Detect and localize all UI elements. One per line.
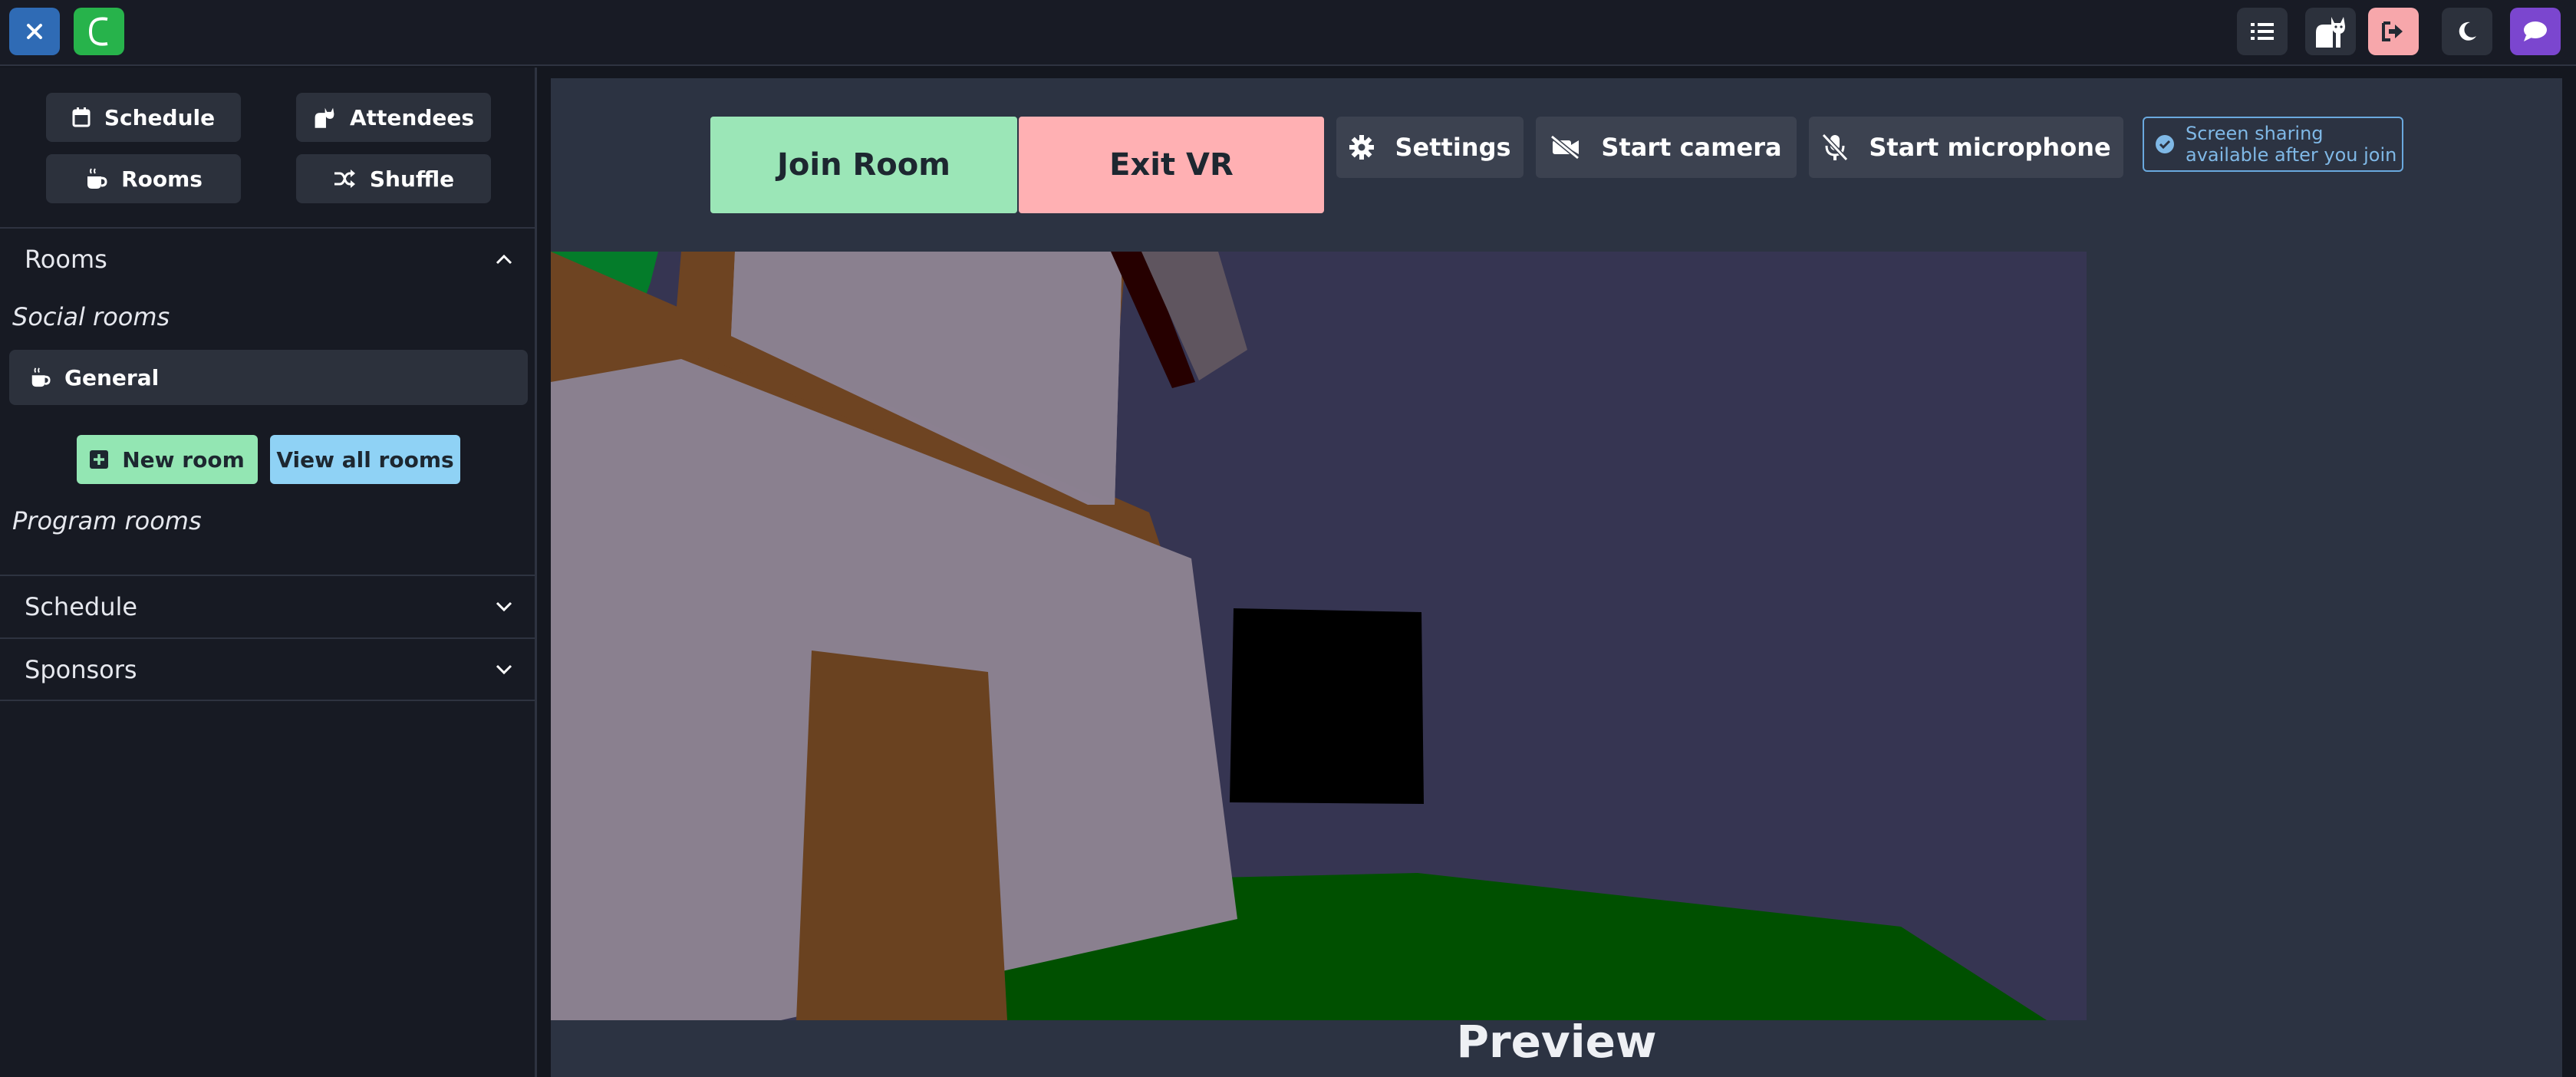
rooms-section-toggle[interactable]: Rooms [0, 229, 537, 289]
moon-icon [2459, 21, 2476, 41]
check-circle-icon [2156, 135, 2174, 153]
plus-square-icon [90, 450, 109, 469]
theme-toggle-button[interactable] [2442, 8, 2492, 55]
cat-icon [315, 107, 334, 128]
vr-scene-preview[interactable] [551, 252, 2087, 1020]
nav-shuffle-label: Shuffle [369, 166, 455, 192]
nav-shuffle-button[interactable]: Shuffle [296, 154, 491, 203]
conference-logo[interactable] [74, 8, 124, 55]
nav-attendees-label: Attendees [349, 104, 475, 130]
nav-schedule-label: Schedule [104, 104, 216, 130]
divider [0, 700, 537, 701]
chat-icon [2524, 21, 2547, 41]
join-room-button[interactable]: Join Room [710, 117, 1017, 213]
nav-rooms-button[interactable]: Rooms [46, 154, 241, 203]
scene-door [796, 650, 1007, 1020]
start-camera-label: Start camera [1601, 133, 1782, 162]
coffee-icon [31, 367, 51, 387]
conference-logo-icon [88, 17, 108, 46]
close-button[interactable] [9, 8, 60, 55]
start-microphone-button[interactable]: Start microphone [1809, 117, 2123, 178]
start-microphone-label: Start microphone [1869, 133, 2111, 162]
chevron-down-icon [496, 664, 512, 675]
sidebar: Schedule Attendees Rooms Shuffle Rooms S… [0, 68, 537, 1077]
exit-vr-button[interactable]: Exit VR [1019, 117, 1324, 213]
chevron-down-icon [496, 601, 512, 612]
sponsors-section-toggle[interactable]: Sponsors [0, 640, 537, 700]
logout-button[interactable] [2368, 8, 2419, 55]
gear-icon [1349, 135, 1375, 160]
settings-button[interactable]: Settings [1336, 117, 1524, 178]
screen-share-line-2: available after you join [2186, 144, 2397, 166]
schedule-section-toggle[interactable]: Schedule [0, 577, 537, 637]
schedule-section-title: Schedule [25, 592, 138, 621]
preview-label: Preview [1456, 1016, 1657, 1068]
chat-button[interactable] [2510, 8, 2561, 55]
shuffle-icon [334, 170, 355, 188]
microphone-off-icon [1822, 133, 1849, 162]
room-item-label: General [64, 364, 160, 390]
screen-share-line-1: Screen sharing [2186, 123, 2324, 144]
profile-button[interactable] [2305, 8, 2356, 55]
settings-label: Settings [1395, 133, 1511, 162]
new-room-button[interactable]: New room [77, 435, 258, 484]
coffee-icon [87, 168, 107, 189]
start-camera-button[interactable]: Start camera [1536, 117, 1797, 178]
social-rooms-label: Social rooms [12, 302, 170, 331]
chevron-up-icon [496, 254, 512, 265]
room-item-general[interactable]: General [9, 350, 528, 405]
new-room-label: New room [122, 446, 245, 473]
logout-icon [2382, 21, 2403, 41]
main-content: Join Room Exit VR Settings Start camera … [551, 78, 2562, 1077]
top-bar [0, 0, 2576, 66]
sponsors-section-title: Sponsors [25, 655, 137, 684]
list-button[interactable] [2237, 8, 2288, 55]
cat-icon [2316, 17, 2345, 48]
vr-scene-canvas [551, 252, 2087, 1020]
screen-share-notice: Screen sharing available after you join [2143, 117, 2403, 172]
program-rooms-label: Program rooms [12, 506, 202, 535]
scene-black-box [1230, 608, 1424, 804]
close-icon [27, 24, 42, 39]
divider [0, 575, 537, 576]
screen-share-text: Screen sharing available after you join [2186, 123, 2396, 166]
divider [0, 227, 537, 229]
nav-rooms-label: Rooms [121, 166, 203, 192]
video-off-icon [1550, 135, 1580, 160]
divider [0, 637, 537, 639]
nav-schedule-button[interactable]: Schedule [46, 93, 241, 142]
list-icon [2251, 23, 2274, 40]
rooms-section-title: Rooms [25, 245, 107, 274]
view-all-rooms-label: View all rooms [276, 446, 454, 473]
nav-attendees-button[interactable]: Attendees [296, 93, 491, 142]
calendar-icon [72, 107, 91, 127]
view-all-rooms-button[interactable]: View all rooms [270, 435, 460, 484]
